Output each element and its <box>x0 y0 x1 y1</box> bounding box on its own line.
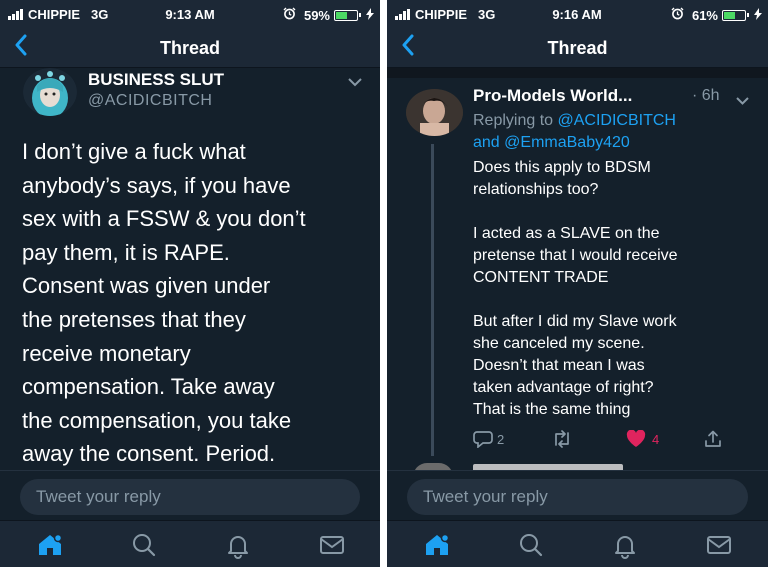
chevron-down-icon <box>736 97 749 105</box>
avatar[interactable] <box>406 89 463 136</box>
tweet-options-button[interactable] <box>736 92 749 110</box>
tweet-line: the pretenses that they <box>22 306 246 332</box>
tab-notifications[interactable] <box>224 531 252 559</box>
tab-messages[interactable] <box>705 531 733 559</box>
search-icon <box>133 534 156 557</box>
tweet-line: sex with a FSSW & you don’t <box>22 206 306 232</box>
display-name[interactable]: BUSINESS SLUT <box>88 70 224 90</box>
battery-percent: 59% <box>303 7 330 23</box>
mail-icon <box>707 536 731 554</box>
tab-bar <box>0 520 380 567</box>
reply-input[interactable]: Tweet your reply <box>407 479 748 515</box>
alarm-icon <box>283 7 296 23</box>
charging-icon <box>754 7 762 23</box>
tweet-line: away the consent. Period. <box>22 441 276 467</box>
avatar[interactable] <box>23 68 77 116</box>
tweet-line: Doesn’t that mean I was <box>473 357 645 374</box>
home-icon <box>39 533 63 555</box>
reply-input[interactable]: Tweet your reply <box>20 479 360 515</box>
battery-percent: 61% <box>691 7 718 23</box>
like-button[interactable]: 4 <box>626 430 659 448</box>
replying-prefix: Replying to <box>473 112 554 129</box>
bell-icon <box>228 536 248 559</box>
carrier-name: CHIPPIE <box>28 7 81 22</box>
nav-bar: Thread <box>0 28 380 68</box>
mention-link[interactable]: @ACIDICBITCH <box>558 112 676 129</box>
retweet-icon <box>555 430 569 448</box>
share-icon <box>705 430 721 447</box>
retweet-button[interactable] <box>551 430 573 453</box>
tweet-line: taken advantage of right? <box>473 379 654 396</box>
tweet-line <box>473 289 763 311</box>
heart-icon <box>626 430 646 447</box>
tweet-line: CONTENT TRADE <box>473 269 609 286</box>
tweet-line: pay them, it is RAPE. <box>22 239 230 265</box>
mention-link[interactable]: @EmmaBaby420 <box>504 134 630 151</box>
tab-search[interactable] <box>517 531 545 559</box>
replying-and: and <box>473 134 500 151</box>
page-title: Thread <box>159 38 220 58</box>
bell-icon <box>615 536 635 559</box>
tweet-line: relationships too? <box>473 181 599 198</box>
status-time: 9:13 AM <box>165 7 215 22</box>
tweet-line: But after I did my Slave work <box>473 313 677 330</box>
page-title: Thread <box>547 38 608 58</box>
tab-notifications[interactable] <box>611 531 639 559</box>
nav-bar: Thread <box>387 28 768 68</box>
tab-bar <box>387 520 768 567</box>
tab-home[interactable] <box>36 531 64 559</box>
tab-search[interactable] <box>130 531 158 559</box>
battery-icon <box>334 9 361 21</box>
tweet-line: she canceled my scene. <box>473 335 645 352</box>
reply-bar: Tweet your reply <box>387 470 768 520</box>
reply-bar: Tweet your reply <box>0 470 380 520</box>
tweet-line: Does this apply to BDSM <box>473 159 651 176</box>
reply-count: 2 <box>497 431 505 447</box>
left-screenshot: CHIPPIE 3G 9:13 AM 59% Thread BUSINESS S… <box>0 0 380 567</box>
tweet-line: I don’t give a fuck what <box>22 139 246 164</box>
tweet-text: I don’t give a fuck what anybody’s says,… <box>22 135 372 471</box>
battery-icon <box>722 9 749 21</box>
tweet-line: pretense that I would receive <box>473 247 678 264</box>
tweet-line: anybody’s says, if you have <box>22 172 291 198</box>
right-screenshot: CHIPPIE 3G 9:16 AM 61% Thread Pro-Models… <box>387 0 768 567</box>
tweet-time: · 6h <box>692 87 720 104</box>
tweet-line: I acted as a SLAVE on the <box>473 225 660 242</box>
tweet-line: the compensation, you take <box>22 407 292 433</box>
search-icon <box>520 534 543 557</box>
signal-icon <box>395 9 410 20</box>
tab-messages[interactable] <box>318 531 346 559</box>
charging-icon <box>366 7 374 23</box>
tweet-line: That is the same thing <box>473 401 631 418</box>
replying-to: Replying to @ACIDICBITCH and @EmmaBaby42… <box>473 110 763 154</box>
tweet-options-button[interactable] <box>348 74 362 92</box>
signal-icon <box>8 9 23 20</box>
tweet-line: Consent was given under <box>22 273 271 299</box>
display-name[interactable]: Pro-Models World... <box>473 86 632 106</box>
network-type: 3G <box>91 7 109 22</box>
share-button[interactable] <box>703 430 723 453</box>
handle[interactable]: @ACIDICBITCH <box>88 92 212 110</box>
divider <box>387 68 768 78</box>
status-bar: CHIPPIE 3G 9:16 AM 61% <box>387 0 768 28</box>
carrier-name: CHIPPIE <box>415 7 468 22</box>
thread-line <box>431 144 434 456</box>
tweet-line <box>473 201 763 223</box>
tab-home[interactable] <box>423 531 451 559</box>
like-count: 4 <box>652 431 660 447</box>
status-time: 9:16 AM <box>552 7 602 22</box>
alarm-icon <box>671 7 684 23</box>
tweet-line: receive monetary <box>22 340 191 366</box>
home-icon <box>426 533 450 555</box>
chevron-down-icon <box>348 78 362 87</box>
reply-button[interactable]: 2 <box>473 430 504 448</box>
tweet-text: Does this apply to BDSM relationships to… <box>473 157 763 421</box>
tweet-actions: 2 4 <box>473 430 723 452</box>
status-bar: CHIPPIE 3G 9:13 AM 59% <box>0 0 380 28</box>
network-type: 3G <box>478 7 496 22</box>
mail-icon <box>320 536 344 554</box>
reply-icon <box>473 431 493 448</box>
tweet-line: compensation. Take away <box>22 374 275 400</box>
